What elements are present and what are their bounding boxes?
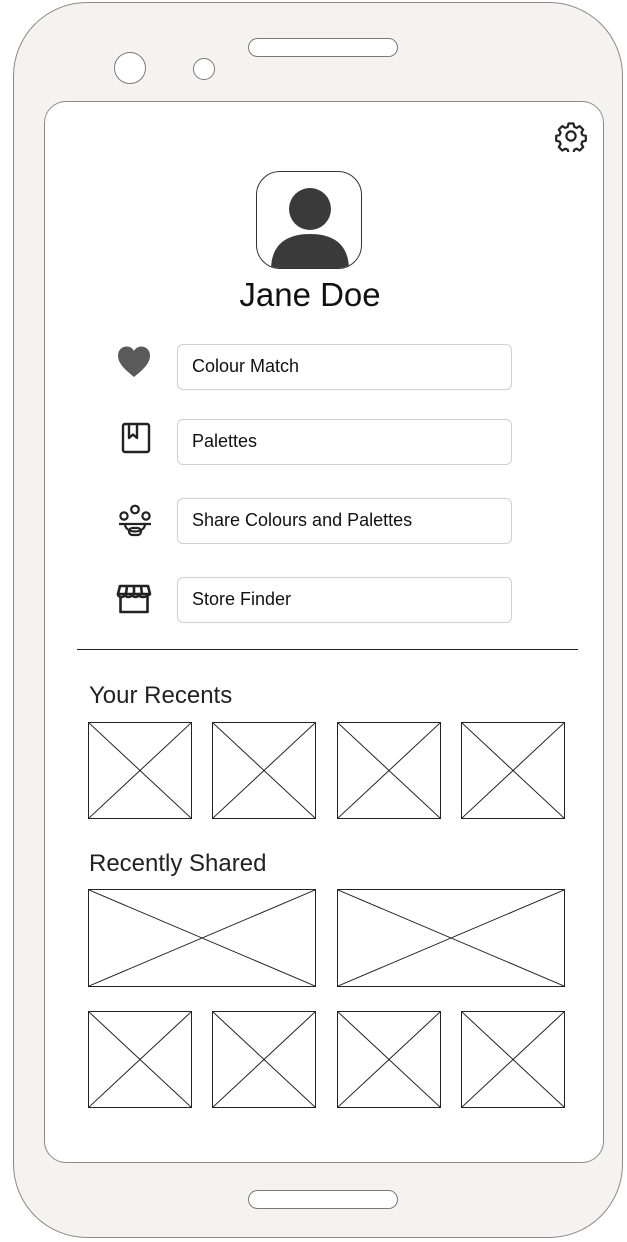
shared-thumbnail[interactable]: [88, 1011, 192, 1108]
share-colours-button[interactable]: Share Colours and Palettes: [177, 498, 512, 544]
image-placeholder-icon: [462, 723, 564, 818]
image-placeholder-icon: [338, 1012, 440, 1107]
recent-thumbnail[interactable]: [212, 722, 316, 819]
shared-thumbnail-wide[interactable]: [88, 889, 316, 987]
user-avatar-icon: [271, 188, 349, 268]
store-finder-button[interactable]: Store Finder: [177, 577, 512, 623]
image-placeholder-icon: [89, 1012, 191, 1107]
profile-name: Jane Doe: [239, 276, 381, 313]
palettes-button[interactable]: Palettes: [177, 419, 512, 465]
image-placeholder-icon: [338, 723, 440, 818]
recent-thumbnail[interactable]: [88, 722, 192, 819]
shared-thumbnail[interactable]: [212, 1011, 316, 1108]
image-placeholder-icon: [462, 1012, 564, 1107]
store-icon: [116, 581, 152, 617]
image-placeholder-icon: [213, 1012, 315, 1107]
settings-button[interactable]: [555, 120, 587, 155]
image-placeholder-icon: [213, 723, 315, 818]
earpiece-speaker: [248, 38, 398, 57]
bookmark-icon: [118, 420, 154, 456]
home-button[interactable]: [248, 1190, 398, 1209]
recent-thumbnail[interactable]: [461, 722, 565, 819]
front-sensor: [193, 58, 215, 80]
avatar[interactable]: [256, 171, 362, 269]
heart-icon: [116, 344, 152, 380]
shared-thumbnail-wide[interactable]: [337, 889, 565, 987]
shared-title: Recently Shared: [89, 850, 267, 877]
shared-thumbnail[interactable]: [337, 1011, 441, 1108]
image-placeholder-icon: [89, 723, 191, 818]
recents-title: Your Recents: [89, 682, 233, 709]
group-icon: [117, 503, 153, 539]
image-placeholder-icon: [338, 890, 564, 986]
recent-thumbnail[interactable]: [337, 722, 441, 819]
image-placeholder-icon: [89, 890, 315, 986]
colour-match-button[interactable]: Colour Match: [177, 344, 512, 390]
gear-icon: [555, 122, 587, 155]
front-camera: [114, 52, 146, 84]
shared-thumbnail[interactable]: [461, 1011, 565, 1108]
divider: [77, 649, 578, 650]
